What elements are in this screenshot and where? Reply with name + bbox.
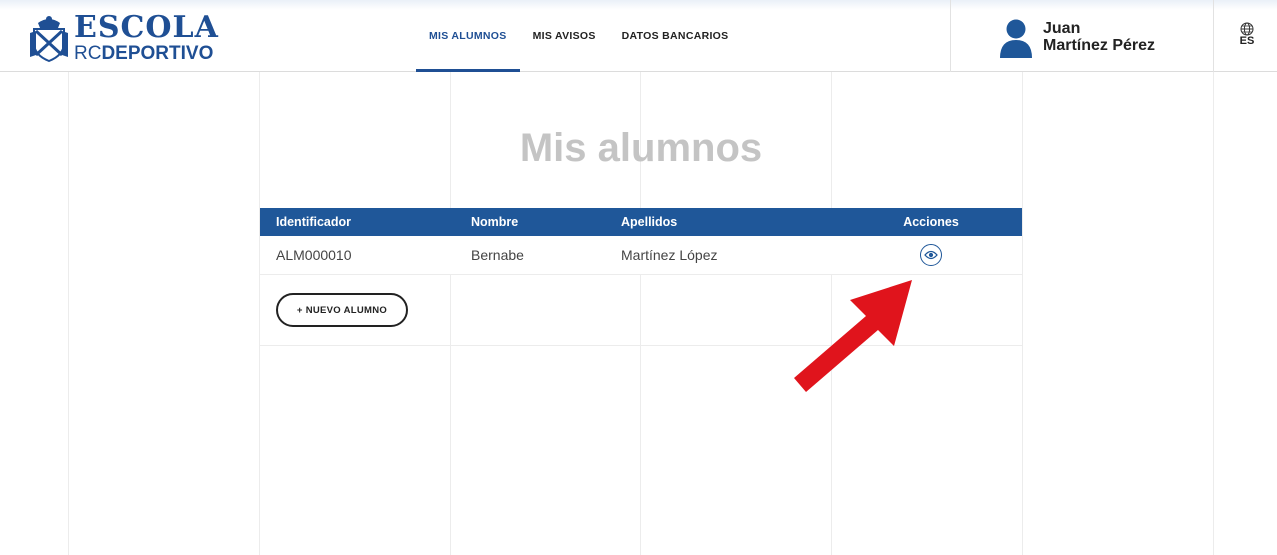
main-nav: MIS ALUMNOS MIS AVISOS DATOS BANCARIOS bbox=[416, 0, 741, 72]
grid-line bbox=[450, 274, 451, 555]
globe-icon bbox=[1240, 22, 1254, 36]
cell-apellidos: Martínez López bbox=[621, 247, 718, 263]
new-student-button[interactable]: + NUEVO ALUMNO bbox=[276, 293, 408, 327]
language-selector[interactable]: ES bbox=[1232, 22, 1262, 47]
cell-acciones bbox=[860, 236, 1002, 274]
club-crest-icon bbox=[30, 16, 68, 63]
user-avatar-icon bbox=[1000, 19, 1032, 58]
students-table: Identificador Nombre Apellidos Acciones … bbox=[260, 208, 1022, 274]
brand-logo[interactable]: ESCOLA RCDEPORTIVO bbox=[28, 12, 219, 64]
brand-line-1: ESCOLA bbox=[74, 10, 219, 45]
cell-identificador: ALM000010 bbox=[276, 247, 352, 263]
grid-line bbox=[68, 72, 69, 555]
nav-datos-bancarios[interactable]: DATOS BANCARIOS bbox=[609, 0, 742, 72]
nav-mis-avisos[interactable]: MIS AVISOS bbox=[520, 0, 609, 72]
page-title: Mis alumnos bbox=[519, 126, 763, 170]
grid-line bbox=[1213, 72, 1214, 555]
grid-line bbox=[640, 274, 641, 555]
language-code: ES bbox=[1239, 35, 1255, 47]
grid-line bbox=[1022, 72, 1023, 555]
user-first-name: Juan bbox=[1043, 20, 1081, 37]
cell-nombre: Bernabe bbox=[471, 247, 524, 263]
user-last-name: Martínez Pérez bbox=[1043, 37, 1156, 54]
user-menu[interactable]: Juan Martínez Pérez bbox=[950, 0, 1214, 72]
brand-line-2-bold: DEPORTIVO bbox=[101, 43, 214, 64]
table-header: Identificador Nombre Apellidos Acciones bbox=[260, 208, 1022, 236]
eye-icon bbox=[924, 250, 938, 260]
column-header-acciones: Acciones bbox=[903, 215, 959, 229]
brand-wordmark: ESCOLA RCDEPORTIVO bbox=[74, 10, 219, 64]
column-header-identificador: Identificador bbox=[276, 215, 352, 229]
user-name: Juan Martínez Pérez bbox=[1043, 20, 1155, 54]
page: ESCOLA RCDEPORTIVO MIS ALUMNOS MIS AVISO… bbox=[0, 0, 1277, 555]
grid-line bbox=[260, 274, 1022, 275]
table-row: ALM000010 Bernabe Martínez López bbox=[260, 236, 1022, 274]
top-header: ESCOLA RCDEPORTIVO MIS ALUMNOS MIS AVISO… bbox=[0, 0, 1277, 72]
column-header-apellidos: Apellidos bbox=[621, 215, 678, 229]
view-student-button[interactable] bbox=[920, 244, 942, 266]
brand-line-2: RCDEPORTIVO bbox=[74, 44, 219, 63]
nav-mis-alumnos[interactable]: MIS ALUMNOS bbox=[416, 0, 520, 72]
brand-line-2-prefix: RC bbox=[74, 43, 102, 64]
red-arrow-icon bbox=[794, 280, 912, 392]
column-header-nombre: Nombre bbox=[471, 215, 519, 229]
